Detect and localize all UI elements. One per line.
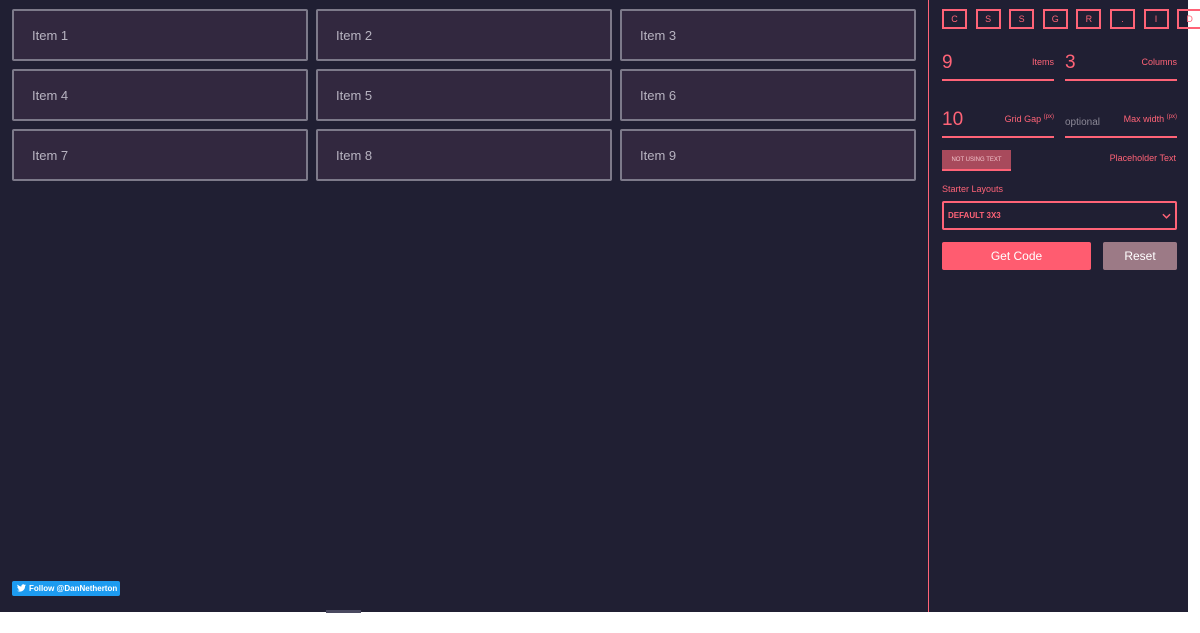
max-width-field[interactable]: optional Max width (px) bbox=[1065, 107, 1177, 138]
grid-gap-label: Grid Gap (px) bbox=[1004, 114, 1054, 124]
starter-layouts-label: Starter Layouts bbox=[942, 184, 1004, 194]
items-field[interactable]: 9 Items bbox=[942, 50, 1054, 81]
twitter-follow-button[interactable]: Follow @DanNetherton bbox=[12, 581, 120, 596]
title-letter: I bbox=[1143, 9, 1169, 29]
app-window: Item 1 Item 2 Item 3 Item 4 Item 5 Item … bbox=[0, 0, 1200, 613]
grid-item[interactable]: Item 8 bbox=[316, 129, 612, 181]
placeholder-text-label: Placeholder Text bbox=[1109, 153, 1176, 163]
columns-field[interactable]: 3 Columns bbox=[1065, 50, 1177, 81]
twitter-follow-label: Follow @DanNetherton bbox=[29, 584, 118, 593]
starter-layout-selected: DEFAULT 3X3 bbox=[948, 211, 1001, 220]
starter-layout-select[interactable]: DEFAULT 3X3 bbox=[942, 201, 1177, 230]
title-letter: S bbox=[975, 9, 1001, 29]
title-letter: D bbox=[1177, 9, 1200, 29]
reset-button[interactable]: Reset bbox=[1103, 242, 1177, 270]
max-width-label: Max width (px) bbox=[1123, 114, 1177, 124]
items-label: Items bbox=[1031, 57, 1054, 67]
title-letter: R bbox=[1076, 9, 1102, 29]
title-letter: G bbox=[1042, 9, 1068, 29]
title-letter: S bbox=[1009, 9, 1035, 29]
max-width-input[interactable]: optional bbox=[1065, 117, 1100, 128]
grid-item[interactable]: Item 9 bbox=[620, 129, 916, 181]
grid-gap-value: 10 bbox=[942, 109, 964, 130]
grid-item[interactable]: Item 5 bbox=[316, 69, 612, 121]
app-title-letters: C S S G R . I D bbox=[942, 9, 1200, 29]
items-value: 9 bbox=[942, 52, 953, 73]
text-toggle-button[interactable]: NOT USING TEXT bbox=[942, 150, 1011, 171]
columns-label: Columns bbox=[1141, 57, 1177, 67]
grid-gap-field[interactable]: 10 Grid Gap (px) bbox=[942, 107, 1054, 138]
settings-sidebar: C S S G R . I D 9 Items 3 Columns 10 Gri… bbox=[928, 0, 1200, 612]
grid-item[interactable]: Item 4 bbox=[12, 69, 308, 121]
grid-item[interactable]: Item 3 bbox=[620, 9, 916, 61]
grid-item[interactable]: Item 1 bbox=[12, 9, 308, 61]
twitter-bird-icon bbox=[17, 583, 26, 594]
columns-value: 3 bbox=[1065, 52, 1076, 73]
grid-preview: Item 1 Item 2 Item 3 Item 4 Item 5 Item … bbox=[12, 9, 916, 181]
bottom-handle bbox=[326, 610, 361, 613]
chevron-down-icon bbox=[1162, 211, 1171, 221]
title-letter: . bbox=[1109, 9, 1135, 29]
grid-item[interactable]: Item 2 bbox=[316, 9, 612, 61]
get-code-button[interactable]: Get Code bbox=[942, 242, 1091, 270]
title-letter: C bbox=[942, 9, 967, 29]
grid-item[interactable]: Item 7 bbox=[12, 129, 308, 181]
grid-item[interactable]: Item 6 bbox=[620, 69, 916, 121]
